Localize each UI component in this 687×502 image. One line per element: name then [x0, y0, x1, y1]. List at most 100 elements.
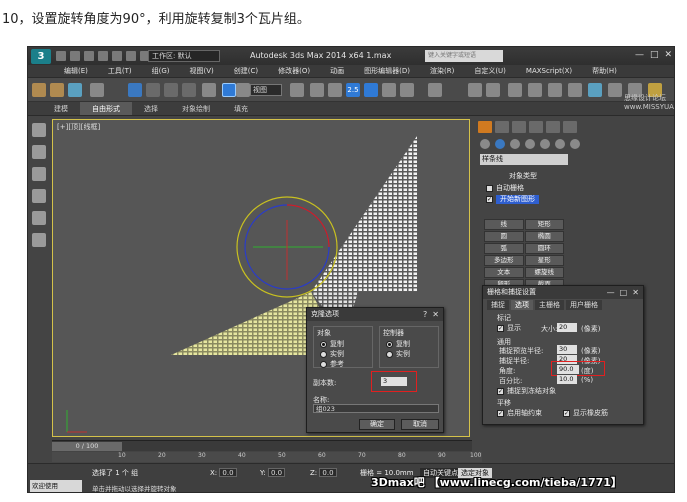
cancel-button[interactable]: 取消 — [401, 419, 439, 430]
minimize-icon[interactable]: — — [635, 50, 644, 60]
select-object-icon[interactable] — [128, 83, 142, 97]
tab-object-paint[interactable]: 对象绘制 — [170, 102, 222, 115]
ok-button[interactable]: 确定 — [359, 419, 395, 430]
lights-icon[interactable] — [510, 139, 520, 149]
show-marker-checkbox[interactable]: ✓ 显示 — [497, 323, 521, 333]
menu-animation[interactable]: 动画 — [330, 65, 344, 77]
select-filter-icon[interactable] — [90, 83, 104, 97]
viewport-label[interactable]: [+][顶][线框] — [57, 122, 100, 132]
shape-type-dropdown[interactable]: 样条线 — [480, 154, 568, 165]
menu-create[interactable]: 创建(C) — [234, 65, 258, 77]
display-tab-icon[interactable] — [546, 121, 560, 133]
save-file-icon[interactable] — [84, 51, 94, 61]
gizmo-icon[interactable] — [32, 189, 46, 203]
open-file-icon[interactable] — [70, 51, 80, 61]
paint-icon[interactable] — [32, 167, 46, 181]
object-instance-radio[interactable]: 实例 — [320, 349, 344, 359]
controller-copy-radio[interactable]: 复制 — [386, 339, 410, 349]
bind-space-warp-icon[interactable] — [68, 83, 82, 97]
axis-constraint-checkbox[interactable]: ✓ 启用轴约束 — [497, 408, 542, 418]
maxscript-listener[interactable]: 欢迎使用 MAXScri — [30, 480, 82, 492]
coord-x-field[interactable]: 0.0 — [219, 468, 237, 477]
hierarchy-tab-icon[interactable] — [512, 121, 526, 133]
search-input[interactable]: 键入关键字或短语 — [425, 50, 503, 62]
menu-tools[interactable]: 工具(T) — [108, 65, 132, 77]
snap-frozen-checkbox[interactable]: ✓ 捕捉到冻结对象 — [497, 386, 556, 396]
cameras-icon[interactable] — [525, 139, 535, 149]
menu-edit[interactable]: 编辑(E) — [64, 65, 88, 77]
white-tile-group[interactable] — [311, 136, 417, 292]
create-tab-icon[interactable] — [478, 121, 492, 133]
menu-help[interactable]: 帮助(H) — [592, 65, 617, 77]
helix-button[interactable]: 螺旋线 — [524, 267, 564, 278]
maximize-icon[interactable]: □ — [650, 50, 659, 60]
start-new-shape-row[interactable]: ✓ 开始新图形 — [486, 195, 539, 204]
clone-name-field[interactable]: 组023 — [313, 404, 439, 413]
stack-icon[interactable] — [32, 233, 46, 247]
arc-button[interactable]: 弧 — [484, 243, 524, 254]
auto-grid-row[interactable]: 自动栅格 — [486, 183, 524, 193]
layer-manager-icon[interactable] — [508, 83, 522, 97]
snaps-toggle-icon[interactable]: 2.5 — [346, 83, 360, 97]
motion-tab-icon[interactable] — [529, 121, 543, 133]
time-slider-thumb[interactable]: 0 / 100 — [52, 442, 122, 451]
star-button[interactable]: 星形 — [524, 255, 564, 266]
tab-modeling[interactable]: 建模 — [42, 102, 80, 115]
menu-customize[interactable]: 自定义(U) — [474, 65, 506, 77]
controller-instance-radio[interactable]: 实例 — [386, 349, 410, 359]
select-and-manipulate-icon[interactable] — [310, 83, 324, 97]
track-bar-ruler[interactable]: 10 20 30 40 50 60 70 80 90 100 — [52, 452, 482, 462]
close-icon[interactable]: ✕ — [664, 50, 672, 60]
snap-preview-spinner[interactable]: 30 — [557, 345, 577, 354]
graphite-toggle-icon[interactable] — [528, 83, 542, 97]
shapes-icon[interactable] — [495, 139, 505, 149]
start-new-shape-checkbox[interactable]: ✓ — [486, 196, 493, 203]
object-reference-radio[interactable]: 参考 — [320, 359, 344, 369]
menu-modifiers[interactable]: 修改器(O) — [278, 65, 310, 77]
menu-group[interactable]: 组(G) — [152, 65, 170, 77]
coord-y-field[interactable]: 0.0 — [267, 468, 286, 477]
auto-grid-checkbox[interactable] — [486, 184, 493, 192]
tab-snaps[interactable]: 捕捉 — [487, 300, 509, 310]
tab-options[interactable]: 选项 — [511, 300, 533, 310]
helpers-icon[interactable] — [540, 139, 550, 149]
object-copy-radio[interactable]: 复制 — [320, 339, 344, 349]
rollout-object-type[interactable]: 对象类型 — [482, 171, 564, 181]
window-crossing-icon[interactable] — [182, 83, 196, 97]
undo-icon[interactable] — [98, 51, 108, 61]
pivot-center-icon[interactable] — [290, 83, 304, 97]
app-logo[interactable]: 3 — [31, 49, 51, 64]
start-new-shape-button[interactable]: 开始新图形 — [496, 195, 539, 204]
named-selection-icon[interactable] — [428, 83, 442, 97]
menu-views[interactable]: 视图(V) — [190, 65, 214, 77]
schematic-view-icon[interactable] — [568, 83, 582, 97]
shirt-icon[interactable] — [32, 145, 46, 159]
redo-icon[interactable] — [112, 51, 122, 61]
donut-button[interactable]: 圆环 — [524, 243, 564, 254]
align-icon[interactable] — [486, 83, 500, 97]
material-editor-icon[interactable] — [588, 83, 602, 97]
marker-size-spinner[interactable]: 20 — [557, 323, 577, 332]
tab-home-grid[interactable]: 主栅格 — [535, 300, 564, 310]
coord-z-field[interactable]: 0.0 — [319, 468, 337, 477]
percent-spinner[interactable]: 10.0 — [557, 375, 577, 384]
rotate-icon[interactable] — [222, 83, 236, 97]
graphite-tool-icon[interactable] — [32, 123, 46, 137]
time-slider[interactable]: 0 / 100 — [52, 440, 472, 451]
tab-populate[interactable]: 填充 — [222, 102, 260, 115]
rubber-band-checkbox[interactable]: ✓ 显示橡皮筋 — [563, 408, 608, 418]
angle-snap-icon[interactable] — [364, 83, 378, 97]
spinner-snap-icon[interactable] — [400, 83, 414, 97]
region-select-icon[interactable] — [164, 83, 178, 97]
tab-user-grids[interactable]: 用户栅格 — [566, 300, 602, 310]
curve-editor-icon[interactable] — [548, 83, 562, 97]
select-by-name-icon[interactable] — [146, 83, 160, 97]
mirror-icon[interactable] — [468, 83, 482, 97]
reference-coordinate-select[interactable]: 视图 — [250, 84, 282, 96]
move-icon[interactable] — [202, 83, 216, 97]
space-warps-icon[interactable] — [555, 139, 565, 149]
circle-button[interactable]: 圆 — [484, 231, 524, 242]
workspace-select[interactable]: 工作区: 默认 — [148, 50, 220, 62]
ngon-button[interactable]: 多边形 — [484, 255, 524, 266]
modify-tab-icon[interactable] — [495, 121, 509, 133]
